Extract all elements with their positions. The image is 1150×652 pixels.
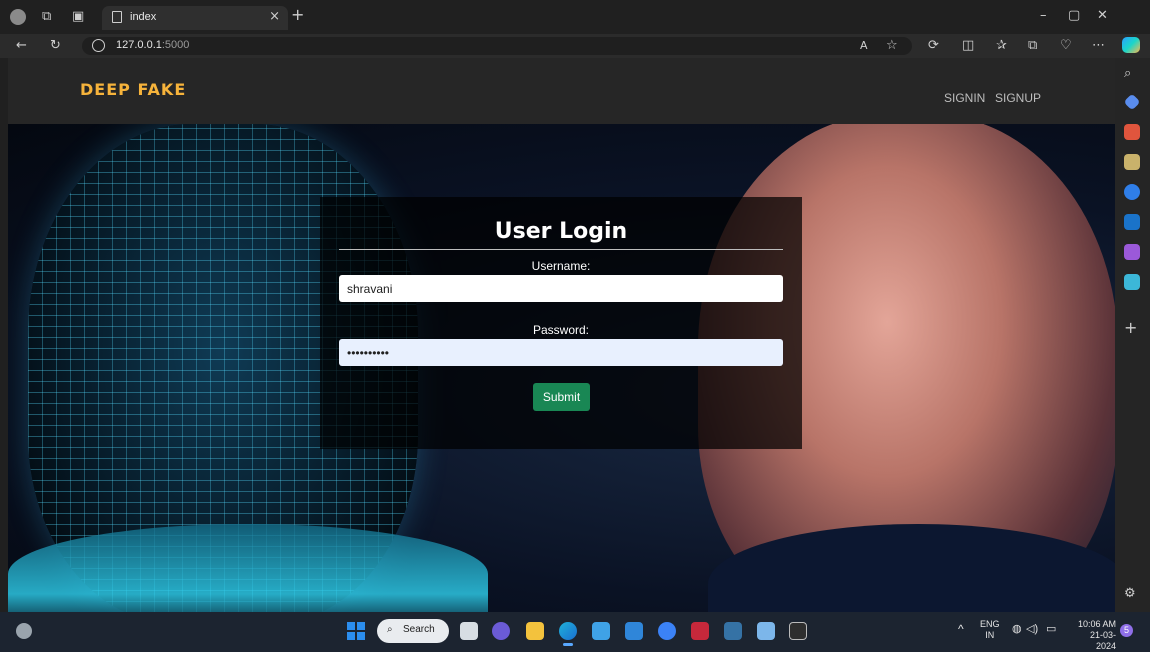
copilot-icon[interactable] xyxy=(1122,37,1140,53)
network-icon[interactable]: ◍ xyxy=(1012,624,1022,635)
chrome-like-icon[interactable] xyxy=(658,622,676,640)
title-divider xyxy=(339,249,783,250)
back-icon[interactable]: ← xyxy=(16,38,27,54)
notification-badge[interactable]: 5 xyxy=(1120,624,1133,637)
password-input[interactable] xyxy=(339,339,783,366)
tab-close-icon[interactable]: × xyxy=(269,9,280,24)
digital-shoulders xyxy=(8,524,488,612)
start-icon[interactable] xyxy=(347,622,365,640)
tab-title: index xyxy=(130,11,157,23)
task-view-icon[interactable] xyxy=(460,622,478,640)
battery-icon[interactable]: ▭ xyxy=(1046,624,1056,635)
taskbar-search[interactable]: ⌕ Search xyxy=(377,619,449,643)
tab-actions-icon[interactable]: ▣ xyxy=(72,9,84,25)
games-icon[interactable] xyxy=(1124,154,1140,170)
login-title: User Login xyxy=(494,219,628,244)
navbar: DEEP FAKE SIGNIN SIGNUP xyxy=(8,58,1115,124)
store-icon[interactable] xyxy=(592,622,610,640)
web-page: DEEP FAKE SIGNIN SIGNUP User Login Usern… xyxy=(8,58,1115,612)
mdp-app-icon[interactable] xyxy=(625,622,643,640)
clock[interactable]: 10:06 AM 21-03-2024 xyxy=(1070,619,1116,652)
edge-browser-icon[interactable] xyxy=(559,622,577,640)
split-screen-icon[interactable]: ◫ xyxy=(962,38,974,54)
file-explorer-icon[interactable] xyxy=(526,622,544,640)
tab-bar: ⧉ ▣ index × + – ▢ ✕ xyxy=(0,0,1150,34)
outlook-icon[interactable] xyxy=(1124,214,1140,230)
designer-icon[interactable] xyxy=(1124,244,1140,260)
search-icon: ⌕ xyxy=(387,624,393,635)
copilot-sidebar-icon[interactable] xyxy=(1124,184,1140,200)
collections-icon[interactable]: ⧉ xyxy=(1028,38,1037,54)
submit-button[interactable]: Submit xyxy=(533,383,590,411)
performance-icon[interactable]: ♡ xyxy=(1060,38,1072,54)
tools-icon[interactable] xyxy=(1124,124,1140,140)
python-icon[interactable] xyxy=(724,622,742,640)
clock-date: 21-03-2024 xyxy=(1089,630,1116,651)
tab-index[interactable]: index × xyxy=(102,6,288,30)
weather-icon[interactable] xyxy=(16,623,32,639)
signin-link[interactable]: SIGNIN xyxy=(944,91,985,105)
chevron-up-icon[interactable]: ^ xyxy=(958,623,964,635)
volume-icon[interactable]: ◁) xyxy=(1026,624,1038,635)
add-sidebar-icon[interactable]: + xyxy=(1124,320,1137,336)
meet-icon[interactable] xyxy=(492,622,510,640)
maximize-button[interactable]: ▢ xyxy=(1068,8,1080,24)
username-input[interactable] xyxy=(339,275,783,302)
taskbar-search-label: Search xyxy=(403,624,435,635)
extensions-icon[interactable]: ⟳ xyxy=(928,38,939,54)
settings-gear-icon[interactable]: ⚙ xyxy=(1124,586,1136,602)
new-tab-button[interactable]: + xyxy=(291,7,304,23)
refresh-icon[interactable]: ↻ xyxy=(50,38,61,54)
username-label: Username: xyxy=(531,259,591,273)
password-label: Password: xyxy=(532,323,590,337)
active-app-indicator xyxy=(563,643,573,646)
login-card: User Login Username: Password: Submit xyxy=(320,197,802,449)
info-icon[interactable] xyxy=(92,39,105,52)
close-window-button[interactable]: ✕ xyxy=(1097,8,1108,24)
address-bar[interactable]: 127.0.0.1:5000 xyxy=(82,37,912,55)
brand-logo[interactable]: DEEP FAKE xyxy=(80,80,186,99)
language-indicator[interactable]: ENG IN xyxy=(980,619,1000,641)
mcafee-icon[interactable] xyxy=(691,622,709,640)
minimize-button[interactable]: – xyxy=(1040,8,1047,24)
search-icon[interactable]: ⌕ xyxy=(1124,66,1131,82)
edge-sidebar: ⌕ + ⚙ xyxy=(1115,58,1150,612)
page-icon xyxy=(112,11,122,23)
more-menu-icon[interactable]: ⋯ xyxy=(1092,38,1105,54)
workspaces-icon[interactable]: ⧉ xyxy=(42,9,51,25)
signup-link[interactable]: SIGNUP xyxy=(995,91,1041,105)
notepad-icon[interactable] xyxy=(757,622,775,640)
terminal-icon[interactable] xyxy=(789,622,807,640)
favorite-star-icon[interactable]: ☆ xyxy=(886,38,898,54)
url-text: 127.0.0.1:5000 xyxy=(116,39,190,51)
profile-icon[interactable] xyxy=(10,9,26,25)
favorites-icon[interactable]: ✰ xyxy=(996,38,1007,54)
clock-time: 10:06 AM xyxy=(1077,619,1116,629)
read-aloud-icon[interactable]: A xyxy=(860,38,868,54)
send-icon[interactable] xyxy=(1124,274,1140,290)
shopping-tag-icon[interactable] xyxy=(1123,93,1141,111)
